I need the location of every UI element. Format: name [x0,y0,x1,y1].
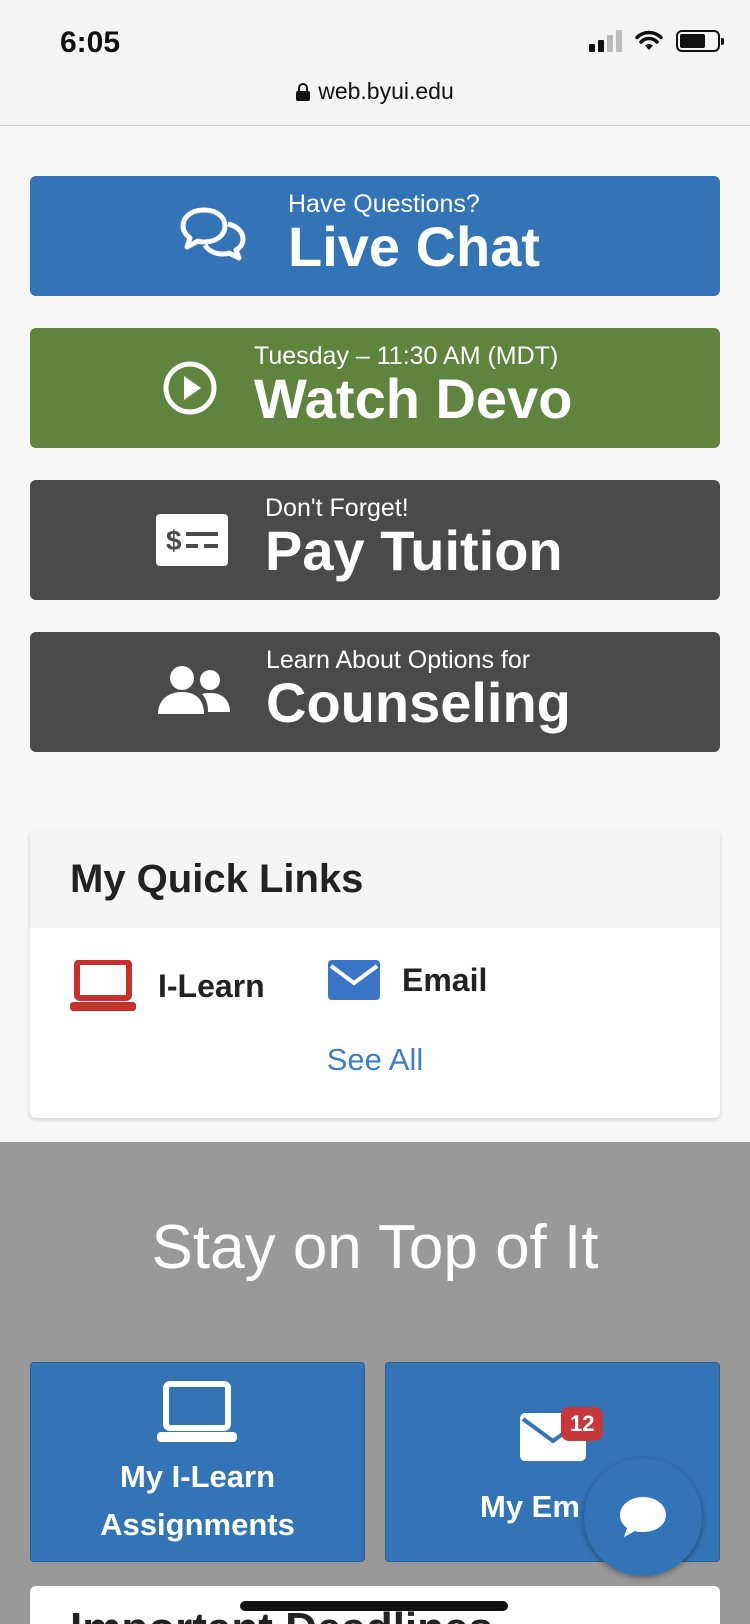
pay-tuition-subtitle: Don't Forget! [265,494,409,522]
chat-floating-button[interactable] [584,1458,702,1576]
envelope-icon [328,960,380,1000]
svg-text:$: $ [166,525,182,556]
section-title: Stay on Top of It [151,1213,599,1282]
quick-links-title: My Quick Links [30,830,720,928]
cellular-signal-icon [589,30,622,52]
pay-tuition-title: Pay Tuition [265,519,563,582]
laptop-icon [70,960,136,1011]
live-chat-button[interactable]: Have Questions? Live Chat [30,176,720,296]
watch-devo-button[interactable]: Tuesday – 11:30 AM (MDT) Watch Devo [30,328,720,448]
status-icons [589,30,724,52]
see-all-link[interactable]: See All [30,1042,720,1078]
home-indicator[interactable] [240,1601,508,1611]
tile-label-line2: Assignments [100,1507,295,1542]
lock-icon [296,82,311,101]
pay-tuition-text: Don't Forget! Pay Tuition [265,494,563,580]
url-text: web.byui.edu [318,78,454,104]
quick-link-email[interactable]: Email [328,960,487,1000]
address-bar[interactable]: web.byui.edu [0,78,750,105]
users-icon [158,664,230,716]
watch-devo-text: Tuesday – 11:30 AM (MDT) Watch Devo [254,342,572,428]
live-chat-title: Live Chat [288,215,541,278]
counseling-text: Learn About Options for Counseling [266,646,571,732]
bill-icon: $ [156,514,228,566]
wifi-icon [635,30,663,50]
quick-link-ilearn[interactable]: I-Learn [70,960,265,1012]
pay-tuition-button[interactable]: $ Don't Forget! Pay Tuition [30,480,720,600]
counseling-title: Counseling [266,671,571,734]
live-chat-text: Have Questions? Live Chat [288,190,540,276]
counseling-button[interactable]: Learn About Options for Counseling [30,632,720,752]
watch-devo-title: Watch Devo [254,367,573,430]
live-chat-subtitle: Have Questions? [288,190,480,218]
play-circle-icon [162,360,218,416]
ilearn-assignments-tile[interactable]: My I-Learn Assignments [30,1362,365,1562]
quick-link-ilearn-label: I-Learn [158,967,265,1004]
chat-bubble-icon [620,1497,666,1537]
unread-count-badge: 12 [561,1407,604,1441]
laptop-icon [157,1381,237,1442]
browser-status-bar: 6:05 web.byui.edu [0,0,750,126]
chat-bubbles-icon [180,206,246,262]
counseling-subtitle: Learn About Options for [266,646,531,674]
tile-label-line1: My I-Learn [119,1459,276,1494]
status-time: 6:05 [60,26,121,59]
quick-link-email-label: Email [402,961,488,998]
battery-icon [676,30,724,52]
watch-devo-subtitle: Tuesday – 11:30 AM (MDT) [254,342,559,370]
quick-links-card: My Quick Links I-Learn Email See All [30,830,720,1118]
